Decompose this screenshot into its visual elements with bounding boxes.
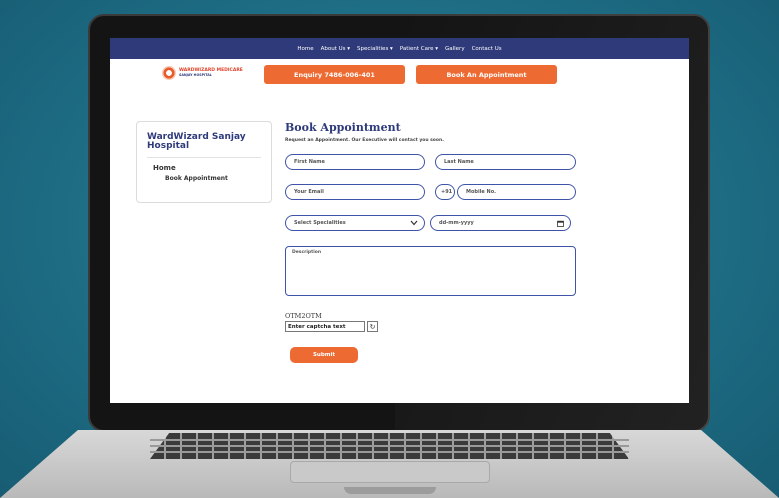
country-code-field[interactable]: +91	[435, 184, 455, 200]
email-field[interactable]: Your Email	[285, 184, 425, 200]
keyboard-row-divider	[150, 445, 629, 447]
site-header: WARDWIZARD MEDICARE SANJAY HOSPITAL Enqu…	[110, 59, 689, 89]
date-field[interactable]: dd-mm-yyyy	[430, 215, 571, 231]
nav-patient-care[interactable]: Patient Care ▾	[400, 46, 438, 52]
sidebar-item-book-appointment[interactable]: Book Appointment	[165, 175, 261, 182]
captcha-refresh-button[interactable]: ↻	[367, 321, 378, 332]
logo-emblem-icon	[162, 66, 176, 80]
hospital-logo[interactable]: WARDWIZARD MEDICARE SANJAY HOSPITAL	[162, 66, 243, 80]
keyboard-row-divider	[150, 451, 629, 453]
enquiry-button[interactable]: Enquiry 7486-006-401	[264, 65, 405, 84]
calendar-icon[interactable]	[557, 220, 564, 227]
email-placeholder: Your Email	[294, 189, 324, 195]
nav-gallery[interactable]: Gallery	[445, 46, 465, 52]
nav-contact-us[interactable]: Contact Us	[472, 46, 502, 52]
submit-button[interactable]: Submit	[290, 347, 358, 363]
last-name-field[interactable]: Last Name	[435, 154, 576, 170]
sidebar-item-home[interactable]: Home	[153, 164, 261, 172]
mobile-field[interactable]: Mobile No.	[457, 184, 576, 200]
mobile-placeholder: Mobile No.	[466, 189, 497, 195]
logo-line2: SANJAY HOSPITAL	[179, 73, 212, 77]
laptop-screen: Home About Us ▾ Specialities ▾ Patient C…	[110, 38, 689, 403]
laptop-notch	[344, 487, 436, 494]
laptop-trackpad	[290, 461, 490, 483]
sidebar-divider	[147, 157, 261, 158]
description-textarea[interactable]: Description	[285, 246, 576, 296]
description-placeholder: Description	[292, 250, 322, 255]
chevron-down-icon	[410, 220, 418, 226]
page-subtitle: Request an Appointment. Our Executive wi…	[285, 138, 444, 143]
country-code-value: +91	[441, 189, 453, 195]
refresh-icon: ↻	[369, 322, 376, 331]
speciality-placeholder: Select Specialities	[294, 220, 346, 226]
first-name-placeholder: First Name	[294, 159, 325, 165]
nav-home[interactable]: Home	[297, 46, 313, 52]
captcha-input[interactable]: Enter captcha text	[285, 321, 365, 332]
sidebar-title: WardWizard Sanjay Hospital	[147, 132, 246, 151]
top-navbar: Home About Us ▾ Specialities ▾ Patient C…	[110, 38, 689, 59]
nav-about-us[interactable]: About Us ▾	[321, 46, 350, 52]
captcha-code: OTM2OTM	[285, 312, 322, 320]
book-appointment-button[interactable]: Book An Appointment	[416, 65, 557, 84]
date-placeholder: dd-mm-yyyy	[439, 220, 474, 226]
keyboard-row-divider	[150, 439, 629, 441]
first-name-field[interactable]: First Name	[285, 154, 425, 170]
captcha-placeholder: Enter captcha text	[288, 323, 346, 330]
page-title: Book Appointment	[285, 121, 401, 134]
sidebar-panel: WardWizard Sanjay Hospital Home Book App…	[136, 121, 272, 203]
nav-specialities[interactable]: Specialities ▾	[357, 46, 393, 52]
last-name-placeholder: Last Name	[444, 159, 474, 165]
speciality-select[interactable]: Select Specialities	[285, 215, 425, 231]
